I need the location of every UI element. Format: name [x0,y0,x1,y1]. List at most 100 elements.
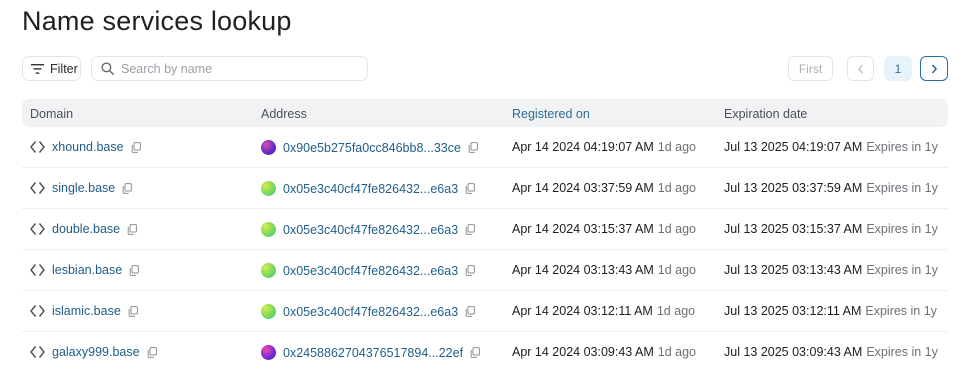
registered-ago: 1d ago [657,222,697,236]
registered-cell: Apr 14 2024 04:19:07 AM 1d ago [512,140,696,154]
expires-in: Expires in 1y [866,140,938,154]
column-header-expiration[interactable]: Expiration date [724,107,807,121]
table-row: galaxy999.base 0x2458862704376517894...2… [22,332,948,368]
table-row: single.base 0x05e3c40cf47fe826432...e6a3… [22,168,948,209]
name-services-table: Domain Address Registered on Expiration … [22,99,948,368]
address-cell: 0x05e3c40cf47fe826432...e6a3 [261,263,476,278]
domain-cell: single.base [30,181,133,195]
expiration-cell: Jul 13 2025 03:15:37 AM Expires in 1y [724,222,938,236]
expiration-date: Jul 13 2025 04:19:07 AM [724,140,863,154]
address-cell: 0x05e3c40cf47fe826432...e6a3 [261,304,476,319]
column-header-domain: Domain [30,107,74,121]
filter-icon [31,63,44,74]
registered-date: Apr 14 2024 03:13:43 AM [512,263,654,277]
previous-page-button[interactable] [847,56,874,81]
code-brackets-icon [30,223,45,235]
domain-link[interactable]: islamic.base [52,304,121,318]
registered-cell: Apr 14 2024 03:15:37 AM 1d ago [512,222,696,236]
column-header-registered[interactable]: Registered on [512,107,590,121]
expiration-date: Jul 13 2025 03:09:43 AM [724,345,863,359]
expires-in: Expires in 1y [866,181,938,195]
registered-date: Apr 14 2024 03:37:59 AM [512,181,654,195]
expiration-date: Jul 13 2025 03:37:59 AM [724,181,863,195]
expiration-date: Jul 13 2025 03:15:37 AM [724,222,863,236]
toolbar: Filter First 1 [22,56,948,82]
expiration-cell: Jul 13 2025 03:09:43 AM Expires in 1y [724,345,938,359]
copy-icon[interactable] [465,224,476,235]
copy-icon[interactable] [470,347,480,358]
registered-ago: 1d ago [657,181,697,195]
chevron-right-icon [931,63,938,74]
search-icon [101,62,114,75]
address-link[interactable]: 0x05e3c40cf47fe826432...e6a3 [283,264,458,278]
registered-ago: 1d ago [657,140,697,154]
registered-ago: 1d ago [656,304,696,318]
expiration-cell: Jul 13 2025 03:37:59 AM Expires in 1y [724,181,938,195]
address-avatar [261,140,276,155]
code-brackets-icon [30,182,45,194]
code-brackets-icon [30,305,45,317]
table-row: double.base 0x05e3c40cf47fe826432...e6a3… [22,209,948,250]
domain-link[interactable]: lesbian.base [52,263,122,277]
expiration-cell: Jul 13 2025 03:13:43 AM Expires in 1y [724,263,938,277]
expires-in: Expires in 1y [866,263,938,277]
code-brackets-icon [30,264,45,276]
address-avatar [261,345,276,360]
registered-cell: Apr 14 2024 03:13:43 AM 1d ago [512,263,696,277]
address-link[interactable]: 0x05e3c40cf47fe826432...e6a3 [283,223,458,237]
domain-cell: islamic.base [30,304,138,318]
registered-cell: Apr 14 2024 03:37:59 AM 1d ago [512,181,696,195]
address-avatar [261,181,276,196]
copy-icon[interactable] [465,306,476,317]
copy-icon[interactable] [131,141,141,153]
table-body: xhound.base 0x90e5b275fa0cc846bb8...33ce… [22,127,948,368]
address-cell: 0x90e5b275fa0cc846bb8...33ce [261,140,478,155]
next-page-button[interactable] [920,56,948,81]
domain-link[interactable]: single.base [52,181,115,195]
domain-cell: lesbian.base [30,263,140,277]
expiration-date: Jul 13 2025 03:12:11 AM [724,304,862,318]
domain-link[interactable]: galaxy999.base [52,345,140,359]
address-cell: 0x05e3c40cf47fe826432...e6a3 [261,181,476,196]
filter-button[interactable]: Filter [22,56,81,81]
copy-icon[interactable] [127,223,138,235]
domain-link[interactable]: double.base [52,222,120,236]
domain-cell: galaxy999.base [30,345,157,359]
domain-link[interactable]: xhound.base [52,140,124,154]
copy-icon[interactable] [122,182,133,194]
expires-in: Expires in 1y [866,222,938,236]
code-brackets-icon [30,141,45,153]
copy-icon[interactable] [465,183,476,194]
address-avatar [261,222,276,237]
registered-date: Apr 14 2024 03:12:11 AM [512,304,653,318]
copy-icon[interactable] [147,346,157,358]
expires-in: Expires in 1y [865,304,937,318]
domain-cell: xhound.base [30,140,141,154]
expires-in: Expires in 1y [866,345,938,359]
domain-cell: double.base [30,222,138,236]
address-link[interactable]: 0x90e5b275fa0cc846bb8...33ce [283,141,461,155]
first-page-button[interactable]: First [788,56,833,81]
registered-date: Apr 14 2024 03:09:43 AM [512,345,654,359]
address-link[interactable]: 0x2458862704376517894...22ef [283,346,463,360]
copy-icon[interactable] [129,264,140,276]
copy-icon[interactable] [128,305,138,317]
expiration-date: Jul 13 2025 03:13:43 AM [724,263,863,277]
table-row: lesbian.base 0x05e3c40cf47fe826432...e6a… [22,250,948,291]
address-avatar [261,304,276,319]
search-field[interactable] [91,56,368,81]
column-header-address: Address [261,107,307,121]
expiration-cell: Jul 13 2025 04:19:07 AM Expires in 1y [724,140,938,154]
copy-icon[interactable] [468,142,478,153]
registered-date: Apr 14 2024 03:15:37 AM [512,222,654,236]
copy-icon[interactable] [465,265,476,276]
address-link[interactable]: 0x05e3c40cf47fe826432...e6a3 [283,182,458,196]
registered-ago: 1d ago [657,345,697,359]
search-input[interactable] [121,61,351,76]
registered-date: Apr 14 2024 04:19:07 AM [512,140,654,154]
table-row: islamic.base 0x05e3c40cf47fe826432...e6a… [22,291,948,332]
page-title: Name services lookup [22,6,292,36]
filter-label: Filter [50,61,78,76]
address-link[interactable]: 0x05e3c40cf47fe826432...e6a3 [283,305,458,319]
table-header: Domain Address Registered on Expiration … [22,99,948,127]
